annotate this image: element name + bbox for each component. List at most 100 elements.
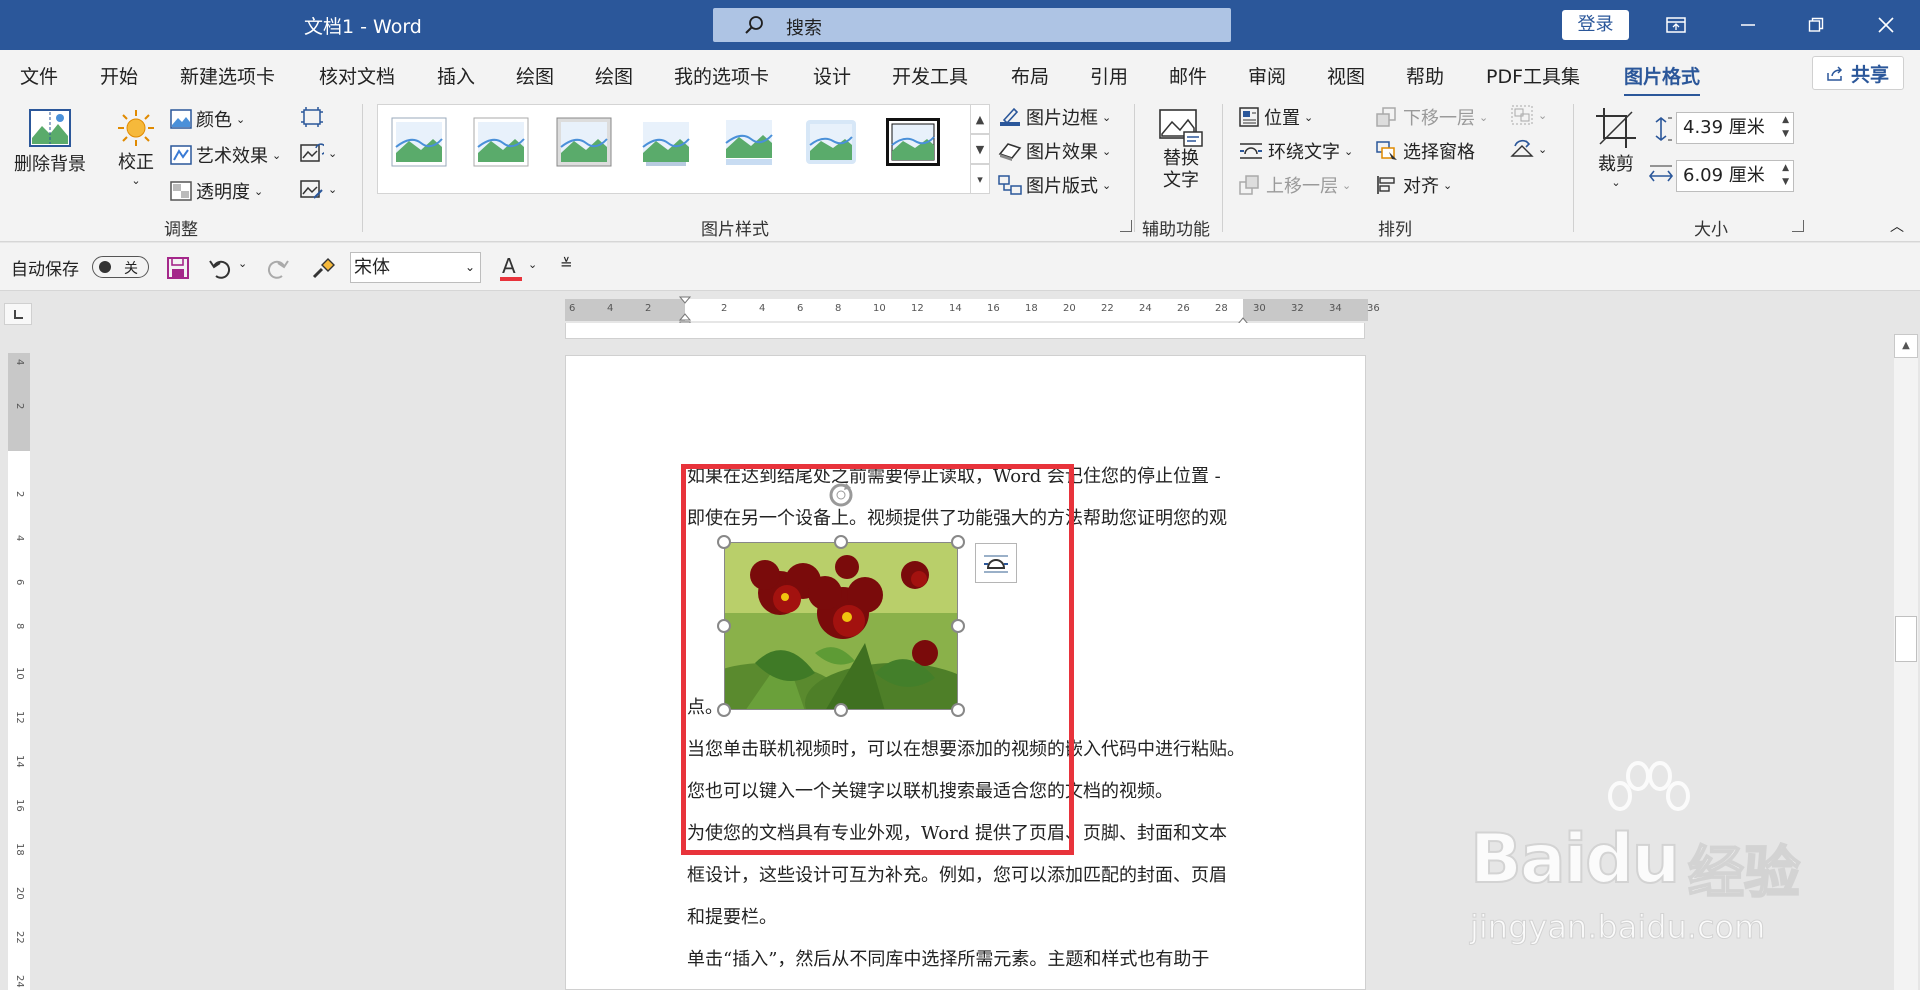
share-button[interactable]: 共享: [1812, 56, 1904, 90]
font-color-icon[interactable]: A: [498, 255, 524, 283]
height-spinner[interactable]: ▲ ▼: [1782, 113, 1789, 141]
ribbon-display-icon: [1666, 17, 1686, 33]
width-icon: [1648, 165, 1674, 182]
picture-effects-button[interactable]: 图片效果 ⌄: [998, 138, 1111, 164]
width-input[interactable]: 6.09 厘米 ▲ ▼: [1676, 160, 1794, 192]
tab-proofread[interactable]: 核对文档: [319, 62, 395, 89]
width-spinner[interactable]: ▲ ▼: [1782, 161, 1789, 189]
login-button[interactable]: 登录: [1562, 10, 1629, 40]
picture-styles-launcher[interactable]: [1120, 220, 1132, 232]
gallery-up-button[interactable]: ▲: [970, 104, 990, 134]
search-box[interactable]: 搜索: [713, 8, 1231, 42]
compress-pictures-button[interactable]: [300, 106, 324, 128]
customize-qat-icon[interactable]: ≚: [560, 255, 573, 273]
crop-button[interactable]: 裁剪 ⌄: [1594, 106, 1638, 189]
style-thumb-4[interactable]: [638, 117, 694, 167]
vertical-scrollbar[interactable]: ▲: [1894, 334, 1918, 990]
selection-pane-label: 选择窗格: [1403, 142, 1475, 163]
group-objects-button[interactable]: ⌄: [1510, 104, 1547, 126]
tab-home[interactable]: 开始: [100, 62, 138, 89]
change-picture-button[interactable]: ⌄: [300, 142, 337, 164]
style-thumb-6[interactable]: [803, 117, 859, 167]
redo-icon[interactable]: [264, 256, 290, 280]
tab-file[interactable]: 文件: [20, 62, 58, 89]
style-thumb-7[interactable]: [885, 117, 941, 167]
change-picture-icon: [300, 143, 324, 162]
close-button[interactable]: [1856, 0, 1916, 50]
transparency-button[interactable]: 透明度 ⌄: [170, 178, 263, 204]
gallery-down-button[interactable]: ▼: [970, 134, 990, 164]
picture-layout-button[interactable]: 图片版式 ⌄: [998, 172, 1111, 198]
horizontal-ruler[interactable]: 6 4 2 2 4 6 8 10 12 14 16 18 20 22 24 26 28 30 32 34 36: [565, 296, 1380, 329]
font-color-dropdown-icon[interactable]: ⌄: [528, 258, 537, 271]
toggle-knob: [99, 261, 111, 273]
tab-new-tab[interactable]: 新建选项卡: [180, 62, 275, 89]
position-icon: [1239, 107, 1259, 127]
tab-pdf-tools[interactable]: PDF工具集: [1486, 62, 1580, 89]
selection-pane-button[interactable]: 选择窗格: [1375, 138, 1475, 164]
align-label: 对齐: [1403, 176, 1439, 197]
undo-dropdown-icon[interactable]: ⌄: [238, 257, 247, 270]
height-input[interactable]: 4.39 厘米 ▲ ▼: [1676, 112, 1794, 144]
scroll-thumb[interactable]: [1895, 616, 1917, 662]
rotate-button[interactable]: ⌄: [1510, 138, 1547, 160]
collapse-ribbon-icon[interactable]: ︿: [1890, 216, 1904, 236]
style-thumb-3[interactable]: [556, 117, 612, 167]
save-icon[interactable]: [166, 256, 190, 280]
reset-picture-button[interactable]: ⌄: [300, 178, 337, 200]
highlight-box: [681, 464, 1074, 855]
artistic-effects-button[interactable]: 艺术效果 ⌄: [170, 142, 281, 168]
picture-border-button[interactable]: 图片边框 ⌄: [998, 104, 1111, 130]
tab-design[interactable]: 设计: [813, 62, 851, 89]
bring-forward-label: 上移一层: [1266, 176, 1338, 197]
chevron-down-icon: ⌄: [1342, 178, 1352, 192]
tab-mailings[interactable]: 邮件: [1169, 62, 1207, 89]
ruler-tick-label: 28: [1215, 303, 1228, 314]
undo-icon[interactable]: [208, 256, 234, 280]
tab-layout[interactable]: 布局: [1011, 62, 1049, 89]
tab-review[interactable]: 审阅: [1248, 62, 1286, 89]
bring-forward-button[interactable]: 上移一层 ⌄: [1238, 172, 1351, 198]
autosave-toggle[interactable]: 关: [92, 256, 149, 278]
format-painter-icon[interactable]: [310, 255, 336, 281]
artistic-effects-icon: [170, 145, 192, 165]
ruler-tick-label: 14: [14, 755, 25, 768]
style-thumb-2[interactable]: [473, 117, 529, 167]
tab-help[interactable]: 帮助: [1406, 62, 1444, 89]
tab-my-tab[interactable]: 我的选项卡: [674, 62, 769, 89]
remove-background-button[interactable]: 删除背景: [14, 108, 86, 176]
minimize-button[interactable]: [1718, 0, 1778, 50]
tab-draw-1[interactable]: 绘图: [516, 62, 554, 89]
color-button[interactable]: 颜色 ⌄: [170, 106, 245, 132]
font-name-value: 宋体: [354, 257, 390, 278]
tab-selector[interactable]: [4, 303, 32, 325]
style-thumb-5[interactable]: [721, 117, 777, 167]
position-button[interactable]: 位置 ⌄: [1238, 104, 1313, 130]
quick-access-toolbar: 自动保存 关 ⌄ 宋体 ⌄ A ⌄ ≚: [0, 243, 1920, 291]
align-button[interactable]: 对齐 ⌄: [1375, 172, 1452, 198]
ruler-tick-label: 32: [1291, 303, 1304, 314]
font-name-select[interactable]: 宋体 ⌄: [350, 252, 481, 283]
send-backward-button[interactable]: 下移一层 ⌄: [1375, 104, 1488, 130]
tab-developer[interactable]: 开发工具: [892, 62, 968, 89]
alt-text-button[interactable]: 替换 文字: [1158, 108, 1204, 192]
size-launcher[interactable]: [1792, 220, 1804, 232]
ruler-tick-label: 2: [645, 303, 652, 314]
restore-button[interactable]: [1786, 0, 1846, 50]
chevron-down-icon: ⌄: [131, 174, 141, 187]
tab-view[interactable]: 视图: [1327, 62, 1365, 89]
tab-picture-format[interactable]: 图片格式: [1624, 62, 1701, 97]
wrap-text-button[interactable]: 环绕文字 ⌄: [1238, 138, 1353, 164]
reset-picture-icon: [300, 180, 323, 199]
search-icon: [745, 16, 763, 34]
corrections-button[interactable]: 校正 ⌄: [114, 108, 158, 187]
tab-insert[interactable]: 插入: [437, 62, 475, 89]
gallery-more-button[interactable]: ▾: [970, 164, 990, 194]
tab-draw-2[interactable]: 绘图: [595, 62, 633, 89]
scroll-up-button[interactable]: ▲: [1894, 334, 1918, 358]
ribbon-display-button[interactable]: [1646, 0, 1706, 50]
ruler-tick-label: 6: [797, 303, 804, 314]
tab-references[interactable]: 引用: [1090, 62, 1128, 89]
style-thumb-1[interactable]: [391, 117, 447, 167]
vertical-ruler[interactable]: 4 2 2 4 6 8 10 12 14 16 18 20 22 24: [8, 353, 30, 990]
